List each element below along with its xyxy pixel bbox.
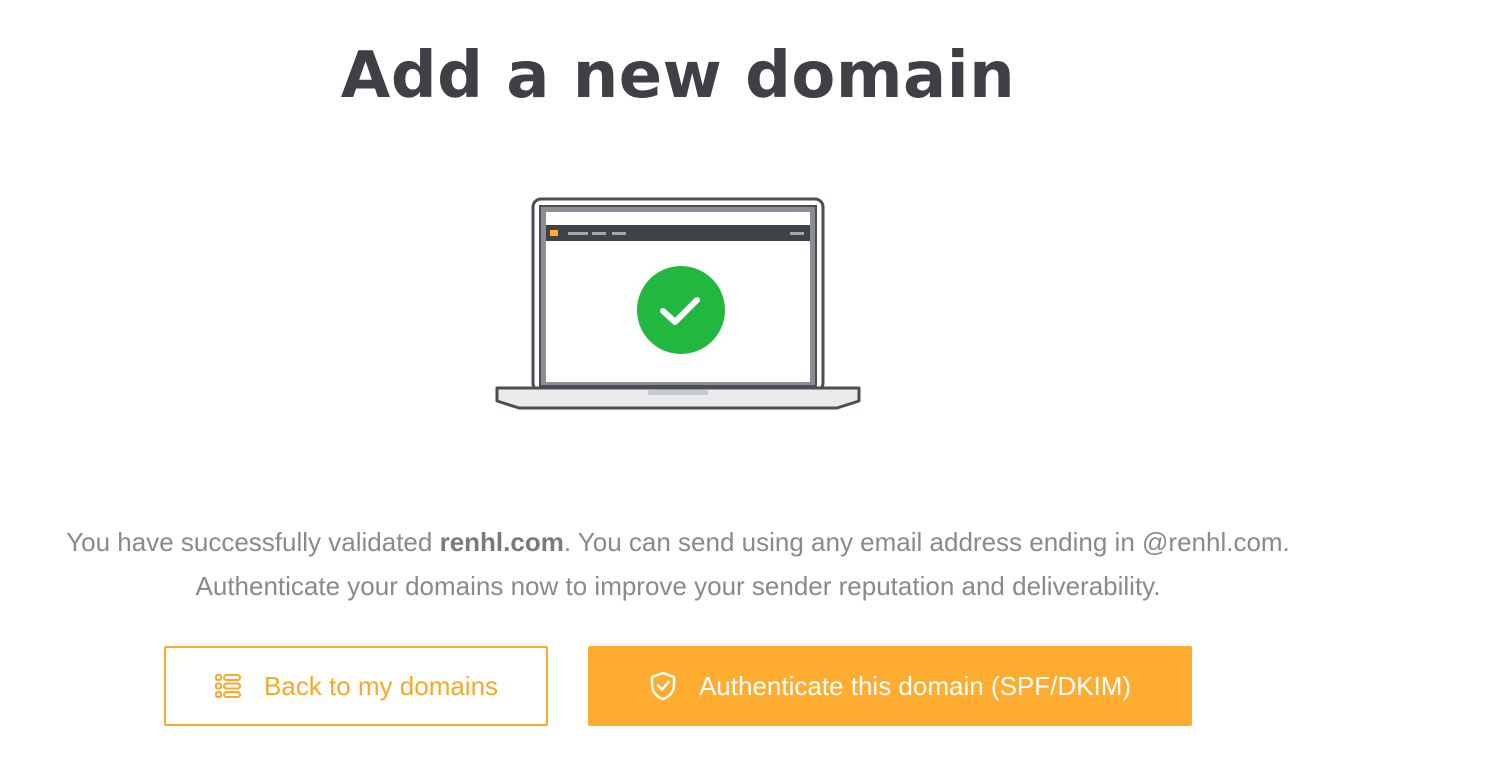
success-message: You have successfully validated renhl.co…: [0, 520, 1356, 608]
validated-domain: renhl.com: [439, 527, 564, 557]
laptop-illustration: [495, 196, 861, 410]
success-check-circle: [637, 266, 725, 354]
success-message-line2: Authenticate your domains now to improve…: [195, 571, 1161, 601]
back-to-domains-button[interactable]: Back to my domains: [164, 646, 548, 726]
authenticate-domain-button[interactable]: Authenticate this domain (SPF/DKIM): [588, 646, 1192, 726]
message-suffix: . You can send using any email address e…: [563, 527, 1290, 557]
shield-check-icon: [649, 671, 677, 701]
authenticate-domain-label: Authenticate this domain (SPF/DKIM): [698, 670, 1132, 701]
back-to-domains-label: Back to my domains: [263, 670, 499, 701]
message-prefix: You have successfully validated: [66, 527, 440, 557]
list-icon: [214, 672, 242, 700]
success-message-line1: You have successfully validated renhl.co…: [0, 520, 1356, 564]
page-title: Add a new domain: [340, 39, 1016, 113]
laptop-success-icon: [495, 197, 861, 410]
